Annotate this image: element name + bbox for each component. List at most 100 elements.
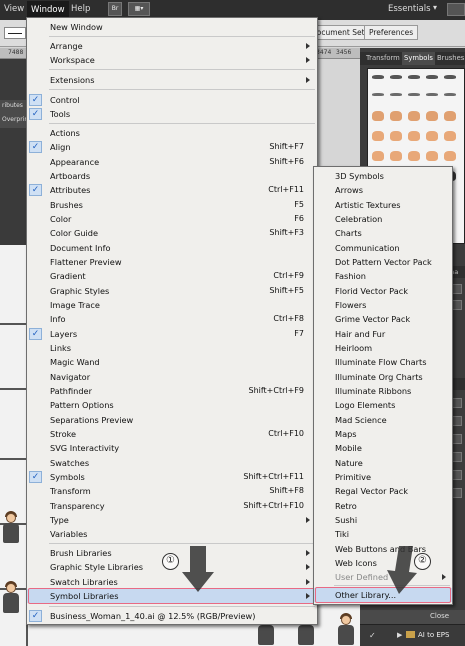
submenu-item-heirloom[interactable]: Heirloom — [314, 341, 452, 355]
business-woman-figure[interactable] — [0, 581, 22, 613]
menu-item-arrange[interactable]: Arrange — [27, 39, 317, 53]
symbol-swatch[interactable] — [408, 111, 420, 121]
symbol-swatch[interactable] — [390, 93, 402, 96]
menu-help[interactable]: Help — [71, 4, 90, 14]
symbol-swatch[interactable] — [444, 75, 456, 79]
submenu-item-retro[interactable]: Retro — [314, 499, 452, 513]
submenu-item-fashion[interactable]: Fashion — [314, 269, 452, 283]
menu-item-separations-preview[interactable]: Separations Preview — [27, 413, 317, 427]
symbol-swatch[interactable] — [372, 75, 384, 79]
submenu-item-maps[interactable]: Maps — [314, 427, 452, 441]
close-button[interactable]: Close — [430, 612, 449, 620]
submenu-item-sushi[interactable]: Sushi — [314, 513, 452, 527]
submenu-item-arrows[interactable]: Arrows — [314, 183, 452, 197]
menu-item-symbols[interactable]: ✓ Symbols Shift+Ctrl+F11 — [27, 470, 317, 484]
panel-option-icon[interactable] — [452, 398, 462, 408]
submenu-item-charts[interactable]: Charts — [314, 226, 452, 240]
menu-item-attributes[interactable]: ✓ Attributes Ctrl+F11 — [27, 183, 317, 197]
menu-item-transparency[interactable]: Transparency Shift+Ctrl+F10 — [27, 499, 317, 513]
menu-item-color[interactable]: Color F6 — [27, 212, 317, 226]
symbol-swatch[interactable] — [444, 151, 456, 161]
submenu-item-communication[interactable]: Communication — [314, 241, 452, 255]
menu-item-graphic-styles[interactable]: Graphic Styles Shift+F5 — [27, 284, 317, 298]
visibility-icon[interactable]: ✓ — [369, 631, 376, 640]
tab-brushes[interactable]: Brushes — [435, 52, 465, 65]
menu-item-magic-wand[interactable]: Magic Wand — [27, 355, 317, 369]
submenu-item-florid-vector-pack[interactable]: Florid Vector Pack — [314, 284, 452, 298]
panel-option-icon[interactable] — [452, 300, 462, 310]
symbol-swatch[interactable] — [444, 111, 456, 121]
menu-item-open-document[interactable]: ✓ Business_Woman_1_40.ai @ 12.5% (RGB/Pre… — [27, 609, 317, 623]
submenu-item-primitive[interactable]: Primitive — [314, 470, 452, 484]
symbol-swatch[interactable] — [372, 151, 384, 161]
symbol-swatch[interactable] — [390, 111, 402, 121]
menu-item-pattern-options[interactable]: Pattern Options — [27, 398, 317, 412]
symbol-swatch[interactable] — [426, 131, 438, 141]
symbol-swatch[interactable] — [444, 93, 456, 96]
menu-item-info[interactable]: Info Ctrl+F8 — [27, 312, 317, 326]
symbol-swatch[interactable] — [426, 93, 438, 96]
submenu-item-celebration[interactable]: Celebration — [314, 212, 452, 226]
symbol-swatch[interactable] — [408, 75, 420, 79]
symbol-swatch[interactable] — [408, 151, 420, 161]
panel-option-icon[interactable] — [452, 470, 462, 480]
submenu-item-hair-and-fur[interactable]: Hair and Fur — [314, 327, 452, 341]
submenu-item-tiki[interactable]: Tiki — [314, 527, 452, 541]
business-woman-figure[interactable] — [335, 613, 357, 645]
menu-item-navigator[interactable]: Navigator — [27, 370, 317, 384]
search-icon[interactable] — [447, 3, 465, 16]
tab-transform[interactable]: Transform — [364, 52, 402, 65]
menu-view[interactable]: View — [4, 4, 24, 14]
symbol-swatch[interactable] — [426, 111, 438, 121]
menu-item-control[interactable]: ✓ Control — [27, 93, 317, 107]
stroke-weight-icon[interactable] — [4, 27, 26, 39]
submenu-item-grime-vector-pack[interactable]: Grime Vector Pack — [314, 312, 452, 326]
preferences-button[interactable]: Preferences — [364, 25, 419, 40]
symbol-swatch[interactable] — [372, 111, 384, 121]
panel-option-icon[interactable] — [452, 416, 462, 426]
submenu-item-dot-pattern-vector-pack[interactable]: Dot Pattern Vector Pack — [314, 255, 452, 269]
menu-item-workspace[interactable]: Workspace — [27, 53, 317, 67]
menu-item-pathfinder[interactable]: Pathfinder Shift+Ctrl+F9 — [27, 384, 317, 398]
submenu-item-illuminate-ribbons[interactable]: Illuminate Ribbons — [314, 384, 452, 398]
chevron-down-icon[interactable]: ▾ — [433, 3, 437, 12]
menu-item-align[interactable]: ✓ Align Shift+F7 — [27, 140, 317, 154]
bridge-button[interactable]: Br — [108, 2, 122, 16]
symbol-swatch[interactable] — [372, 93, 384, 96]
symbol-swatch[interactable] — [444, 131, 456, 141]
workspace-switcher[interactable]: Essentials — [388, 4, 431, 14]
symbol-swatch[interactable] — [408, 93, 420, 96]
menu-item-brushes[interactable]: Brushes F5 — [27, 198, 317, 212]
submenu-item-flowers[interactable]: Flowers — [314, 298, 452, 312]
menu-item-appearance[interactable]: Appearance Shift+F6 — [27, 155, 317, 169]
menu-item-transform[interactable]: Transform Shift+F8 — [27, 484, 317, 498]
submenu-item-artistic-textures[interactable]: Artistic Textures — [314, 198, 452, 212]
submenu-item-3d-symbols[interactable]: 3D Symbols — [314, 169, 452, 183]
panel-option-icon[interactable] — [452, 284, 462, 294]
menu-item-color-guide[interactable]: Color Guide Shift+F3 — [27, 226, 317, 240]
expand-triangle-icon[interactable]: ▶ — [397, 631, 402, 639]
menu-item-swatches[interactable]: Swatches — [27, 456, 317, 470]
submenu-item-illuminate-flow-charts[interactable]: Illuminate Flow Charts — [314, 355, 452, 369]
symbol-swatch[interactable] — [390, 131, 402, 141]
menu-item-type[interactable]: Type — [27, 513, 317, 527]
menu-item-image-trace[interactable]: Image Trace — [27, 298, 317, 312]
menu-item-gradient[interactable]: Gradient Ctrl+F9 — [27, 269, 317, 283]
menu-item-flattener-preview[interactable]: Flattener Preview — [27, 255, 317, 269]
menu-item-layers[interactable]: ✓ Layers F7 — [27, 327, 317, 341]
arrange-documents-icon[interactable]: ▦▾ — [128, 2, 150, 16]
symbol-swatch[interactable] — [390, 75, 402, 79]
menu-item-links[interactable]: Links — [27, 341, 317, 355]
symbol-swatch[interactable] — [390, 151, 402, 161]
submenu-item-nature[interactable]: Nature — [314, 456, 452, 470]
menu-item-tools[interactable]: ✓ Tools — [27, 107, 317, 121]
submenu-item-regal-vector-pack[interactable]: Regal Vector Pack — [314, 484, 452, 498]
panel-option-icon[interactable] — [452, 452, 462, 462]
tab-symbols[interactable]: Symbols — [402, 52, 435, 65]
symbol-swatch[interactable] — [426, 75, 438, 79]
menu-item-stroke[interactable]: Stroke Ctrl+F10 — [27, 427, 317, 441]
menu-item-new-window[interactable]: New Window — [27, 20, 317, 34]
panel-option-icon[interactable] — [452, 488, 462, 498]
submenu-item-mad-science[interactable]: Mad Science — [314, 413, 452, 427]
symbol-swatch[interactable] — [426, 151, 438, 161]
